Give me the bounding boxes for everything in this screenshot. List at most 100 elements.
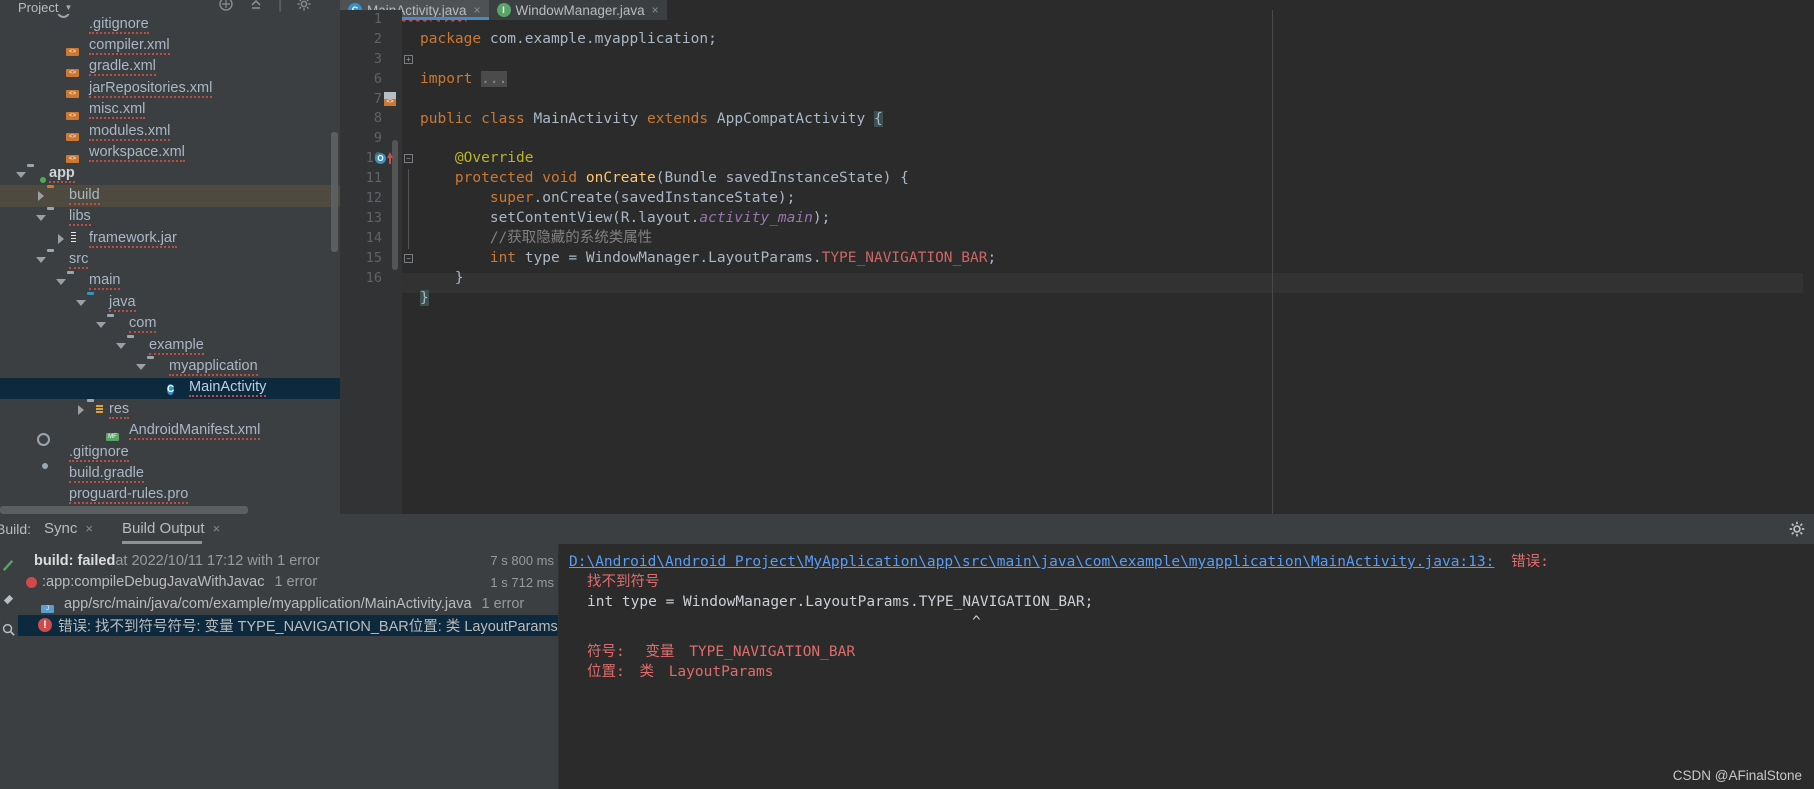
- build-error-detail[interactable]: D:\Android\Android Project\MyApplication…: [559, 544, 1814, 789]
- tree-item-misc-xml[interactable]: misc.xml: [0, 100, 340, 121]
- tree-item-libs[interactable]: libs: [0, 207, 340, 228]
- folder-icon: [47, 209, 64, 226]
- build-row-text: 错误: 找不到符号符号: 变量 TYPE_NAVIGATION_BAR位置: 类…: [58, 618, 558, 635]
- chevron-down-icon[interactable]: [34, 211, 47, 224]
- line-number: 7: [373, 90, 382, 107]
- chevron-right-icon[interactable]: [54, 232, 67, 245]
- code-editor: CMainActivity.java×IWindowManager.java× …: [340, 0, 1814, 514]
- chevron-down-icon[interactable]: [34, 253, 47, 266]
- tree-item--gitignore[interactable]: .gitignore: [0, 442, 340, 463]
- tree-item-compiler-xml[interactable]: compiler.xml: [0, 35, 340, 56]
- build-output-row[interactable]: build: failed at 2022/10/11 17:12 with 1…: [18, 550, 558, 572]
- line-number: 13: [365, 209, 382, 226]
- build-output-row[interactable]: Japp/src/main/java/com/example/myapplica…: [18, 593, 558, 615]
- tree-item-androidmanifest-xml[interactable]: MF AndroidManifest.xml: [0, 420, 340, 441]
- tree-item-jarrepositories-xml[interactable]: jarRepositories.xml: [0, 78, 340, 99]
- tree-item-main[interactable]: main: [0, 271, 340, 292]
- build-tool-window: Build: Sync × Build Output × build: fail…: [0, 514, 1814, 789]
- error-symbol-row: 符号: 变量 TYPE_NAVIGATION_BAR: [569, 642, 1814, 662]
- chevron-down-icon[interactable]: ▼: [64, 3, 72, 12]
- line-number: 12: [365, 190, 382, 207]
- tree-item-src[interactable]: src: [0, 249, 340, 270]
- tree-item-modules-xml[interactable]: modules.xml: [0, 121, 340, 142]
- build-row-text: app/src/main/java/com/example/myapplicat…: [64, 595, 472, 612]
- tree-item-example[interactable]: example: [0, 335, 340, 356]
- tree-item--gitignore[interactable]: .gitignore: [0, 14, 340, 35]
- tree-item-label: java: [109, 293, 136, 312]
- chevron-down-icon[interactable]: [114, 339, 127, 352]
- line-number: 6: [373, 70, 382, 87]
- pin-icon[interactable]: [1, 592, 16, 607]
- gear-icon[interactable]: [296, 0, 312, 12]
- chevron-down-icon[interactable]: [14, 168, 27, 181]
- error-detail-line-1: D:\Android\Android Project\MyApplication…: [569, 552, 1814, 572]
- override-marker-icon[interactable]: O: [375, 149, 402, 169]
- symbol-kind: 变量: [645, 644, 675, 660]
- close-icon[interactable]: ×: [85, 521, 93, 536]
- build-output-row[interactable]: ! 错误: 找不到符号符号: 变量 TYPE_NAVIGATION_BAR位置: …: [18, 614, 558, 636]
- tree-item-label: AndroidManifest.xml: [129, 422, 261, 441]
- tree-item-label: build: [69, 186, 100, 205]
- search-icon[interactable]: [1, 622, 16, 637]
- location-label: 位置:: [587, 664, 625, 680]
- tree-item-build[interactable]: build: [0, 185, 340, 207]
- xml-file-icon: [66, 38, 84, 56]
- build-output-tree[interactable]: build: failed at 2022/10/11 17:12 with 1…: [0, 544, 558, 789]
- restart-icon[interactable]: [1, 558, 16, 573]
- tab-sync[interactable]: Sync ×: [44, 520, 93, 537]
- fold-collapse-end-icon[interactable]: −: [404, 253, 413, 263]
- error-file-link[interactable]: D:\Android\Android Project\MyApplication…: [569, 554, 1494, 570]
- tree-item-workspace-xml[interactable]: workspace.xml: [0, 142, 340, 163]
- tree-item-myapplication[interactable]: myapplication: [0, 356, 340, 377]
- tree-item-mainactivity[interactable]: C MainActivity: [0, 377, 340, 400]
- code-text[interactable]: package com.example.myapplication; impor…: [420, 10, 1814, 514]
- build-output-row[interactable]: :app:compileDebugJavaWithJavac 1 error 1 s…: [18, 572, 558, 594]
- tree-item-label: build.gradle: [69, 464, 144, 483]
- gutter-markers: <> O: [375, 10, 402, 169]
- chevron-right-icon[interactable]: [34, 189, 47, 202]
- gear-icon[interactable]: [1788, 520, 1806, 538]
- gitignore-file-icon: [47, 444, 64, 461]
- line-number: 8: [373, 110, 382, 127]
- close-icon[interactable]: ×: [213, 521, 221, 536]
- chevron-right-icon[interactable]: [74, 403, 87, 416]
- chevron-down-icon[interactable]: [94, 318, 107, 331]
- tree-item-label: example: [149, 336, 204, 355]
- error-caret: ^: [972, 614, 981, 630]
- gradle-file-icon: [47, 465, 64, 482]
- tree-item-proguard-rules-pro[interactable]: proguard-rules.pro: [0, 485, 340, 506]
- project-toolwindow-title: Project: [18, 0, 59, 14]
- tree-item-java[interactable]: java: [0, 292, 340, 313]
- code-folding-column[interactable]: + − −: [402, 10, 416, 514]
- chevron-down-icon[interactable]: [74, 296, 87, 309]
- build-row-status: build: failed: [34, 552, 116, 569]
- line-number: 11: [365, 170, 382, 187]
- project-tree-vertical-scrollbar[interactable]: [331, 132, 338, 252]
- manifest-file-icon: MF: [106, 423, 124, 441]
- build-row-text: :app:compileDebugJavaWithJavac: [42, 574, 265, 591]
- xml-file-icon: [66, 123, 84, 142]
- fold-collapse-icon[interactable]: −: [404, 154, 413, 164]
- collapse-all-icon[interactable]: [248, 0, 264, 12]
- tree-item-res[interactable]: res: [0, 399, 340, 420]
- tab-build-output[interactable]: Build Output ×: [122, 520, 221, 544]
- tree-item-label: libs: [69, 208, 91, 227]
- tree-item-app[interactable]: app: [0, 164, 340, 185]
- tree-item-label: jarRepositories.xml: [89, 79, 213, 98]
- tree-item-build-gradle[interactable]: build.gradle: [0, 463, 340, 484]
- tree-item-com[interactable]: com: [0, 313, 340, 334]
- line-number: 14: [365, 229, 382, 246]
- chevron-down-icon[interactable]: [54, 275, 67, 288]
- target-icon[interactable]: [218, 0, 234, 12]
- editor-vertical-scrollbar[interactable]: [1803, 10, 1814, 514]
- chevron-down-icon[interactable]: [134, 360, 147, 373]
- tree-item-framework-jar[interactable]: framework.jar: [0, 228, 340, 249]
- fold-expand-icon[interactable]: +: [404, 54, 413, 64]
- project-tree-panel[interactable]: .gitignore compiler.xml gradle.xml jarRepos…: [0, 14, 340, 514]
- tree-item-gradle-xml[interactable]: gradle.xml: [0, 57, 340, 78]
- class-marker-icon[interactable]: <>: [384, 90, 402, 110]
- project-tree-horizontal-scrollbar[interactable]: [0, 506, 248, 514]
- build-panel-label: Build:: [0, 521, 32, 537]
